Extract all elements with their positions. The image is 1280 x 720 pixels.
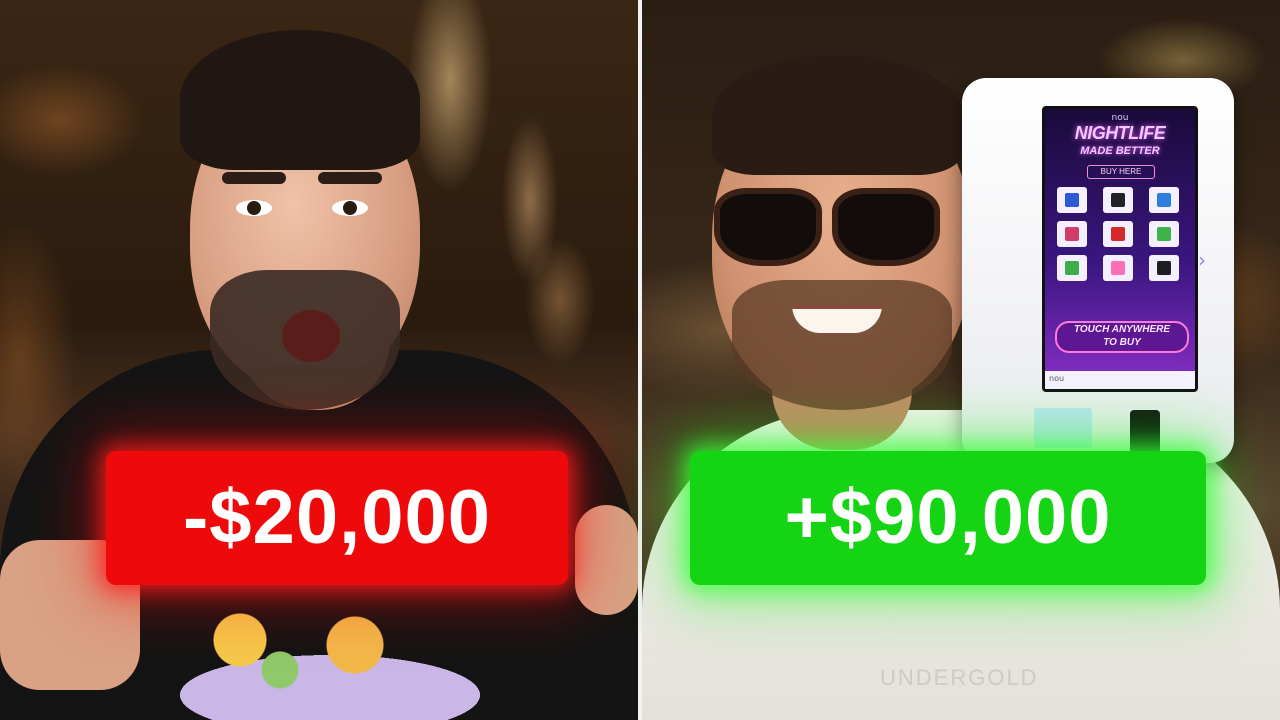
right-panel: UNDERGOLD nou NIGHTLIFE MADE BETTER BUY …: [642, 0, 1280, 720]
right-eyebrow: [318, 172, 382, 184]
open-mouth: [282, 310, 340, 362]
sunglasses-icon: [714, 182, 944, 266]
vending-kiosk: nou NIGHTLIFE MADE BETTER BUY HERE TOUCH…: [962, 78, 1234, 463]
kiosk-footer: nou: [1045, 371, 1195, 389]
shirt-brand-text: UNDERGOLD: [880, 665, 1039, 690]
kiosk-logo: nou: [1111, 113, 1129, 123]
product-tile[interactable]: [1103, 187, 1133, 213]
product-tile[interactable]: [1057, 221, 1087, 247]
beard: [732, 280, 952, 410]
kiosk-title: NIGHTLIFE: [1074, 123, 1166, 143]
left-eye: [236, 200, 272, 216]
shirt-print-graphic: [170, 600, 490, 720]
product-tile[interactable]: [1149, 255, 1179, 281]
kiosk-touch-prompt[interactable]: TOUCH ANYWHERE TO BUY: [1055, 321, 1189, 353]
left-panel: [0, 0, 638, 720]
right-eye: [332, 200, 368, 216]
smile: [792, 305, 882, 333]
product-tile[interactable]: [1103, 221, 1133, 247]
product-tile[interactable]: [1103, 255, 1133, 281]
kiosk-buy-button[interactable]: BUY HERE: [1087, 165, 1155, 179]
kiosk-footer-logo: nou: [1049, 374, 1065, 383]
product-tile[interactable]: [1057, 187, 1087, 213]
touch-line-1: TOUCH ANYWHERE: [1073, 324, 1171, 335]
loss-amount-badge: -$20,000: [106, 451, 568, 585]
chevron-right-icon[interactable]: ›: [1198, 248, 1206, 272]
card-reader: [1130, 410, 1160, 454]
product-tile[interactable]: [1149, 187, 1179, 213]
product-tile[interactable]: [1057, 255, 1087, 281]
product-tile[interactable]: [1149, 221, 1179, 247]
gain-amount-badge: +$90,000: [690, 451, 1206, 585]
touch-line-2: TO BUY: [1103, 337, 1141, 348]
kiosk-product-grid: [1057, 187, 1183, 281]
hair: [712, 55, 962, 175]
right-hand-fist: [575, 505, 638, 615]
hair: [180, 30, 420, 170]
kiosk-subtitle: MADE BETTER: [1080, 145, 1160, 157]
left-eyebrow: [222, 172, 286, 184]
dispense-slot: [1034, 408, 1092, 448]
kiosk-screen: nou NIGHTLIFE MADE BETTER BUY HERE TOUCH…: [1042, 106, 1198, 392]
